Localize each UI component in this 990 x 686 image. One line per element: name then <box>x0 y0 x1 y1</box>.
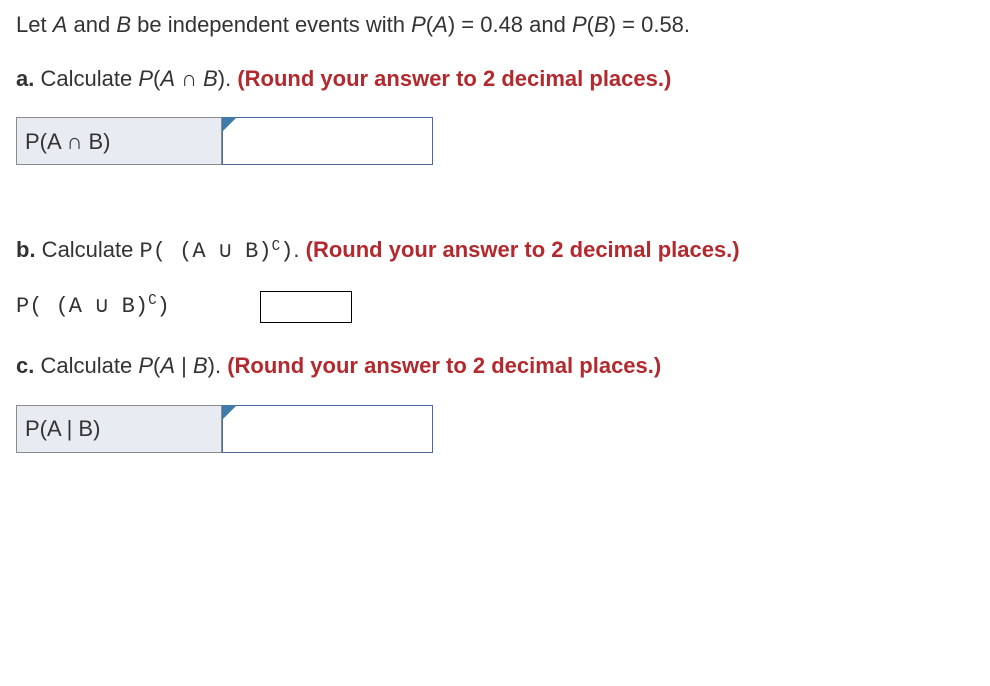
flag-icon <box>222 117 237 132</box>
text: P <box>138 66 153 91</box>
text: . <box>225 66 237 91</box>
var-A: A <box>53 12 68 37</box>
flag-icon <box>222 405 237 420</box>
part-a-answer-row: P(A ∩ B) <box>16 117 433 165</box>
text: = <box>616 12 641 37</box>
part-b-answer-row: P( (A ∪ B)C) <box>16 291 974 323</box>
part-a-answer-input[interactable] <box>223 118 432 164</box>
text: Calculate <box>36 237 140 262</box>
text: Let <box>16 12 53 37</box>
part-c-answer-row: P(A | B) <box>16 405 433 453</box>
text: P <box>572 12 587 37</box>
text: P( (A ∪ B) <box>140 239 272 264</box>
part-c-note: (Round your answer to 2 decimal places.) <box>227 353 661 378</box>
part-c-answer-cell <box>222 405 433 453</box>
part-b-note: (Round your answer to 2 decimal places.) <box>306 237 740 262</box>
part-c-answer-input[interactable] <box>223 406 432 452</box>
text: B <box>594 12 609 37</box>
given-statement: Let A and B be independent events with P… <box>16 10 974 40</box>
text: A <box>160 353 175 378</box>
part-b-answer-cell <box>260 291 352 323</box>
part-a-answer-cell <box>222 117 433 165</box>
text: P <box>138 353 153 378</box>
part-b-answer-label: P( (A ∪ B)C) <box>16 292 170 322</box>
text: C <box>148 293 157 309</box>
text: be independent events with <box>131 12 411 37</box>
part-a-note: (Round your answer to 2 decimal places.) <box>237 66 671 91</box>
pa-value: 0.48 <box>480 12 523 37</box>
text: B <box>193 353 208 378</box>
part-b-label: b. <box>16 237 36 262</box>
text: C <box>272 239 281 255</box>
text: P( (A ∪ B) <box>16 294 148 319</box>
text: P <box>411 12 426 37</box>
pb-value: 0.58 <box>641 12 684 37</box>
text: A <box>433 12 448 37</box>
text: and <box>523 12 572 37</box>
text: | <box>175 353 193 378</box>
text: . <box>293 237 305 262</box>
text: and <box>67 12 116 37</box>
text: . <box>215 353 227 378</box>
part-b-answer-input[interactable] <box>261 293 355 325</box>
part-a-label: a. <box>16 66 34 91</box>
part-c-label: c. <box>16 353 34 378</box>
text: ) <box>208 353 215 378</box>
text: ∩ <box>175 66 203 91</box>
text: Calculate <box>34 353 138 378</box>
text: ) <box>218 66 225 91</box>
text: ) <box>609 12 616 37</box>
part-c-prompt: c. Calculate P(A | B). (Round your answe… <box>16 351 974 381</box>
text: = <box>455 12 480 37</box>
var-B: B <box>116 12 131 37</box>
text: . <box>684 12 690 37</box>
text: ) <box>157 294 170 319</box>
text: A <box>160 66 175 91</box>
text: ) <box>280 239 293 264</box>
part-b-prompt: b. Calculate P( (A ∪ B)C). (Round your a… <box>16 235 974 267</box>
text: ( <box>587 12 594 37</box>
part-c-answer-label: P(A | B) <box>17 406 222 452</box>
text: Calculate <box>34 66 138 91</box>
part-a-answer-label: P(A ∩ B) <box>17 118 222 164</box>
part-a-prompt: a. Calculate P(A ∩ B). (Round your answe… <box>16 64 974 94</box>
text: B <box>203 66 218 91</box>
